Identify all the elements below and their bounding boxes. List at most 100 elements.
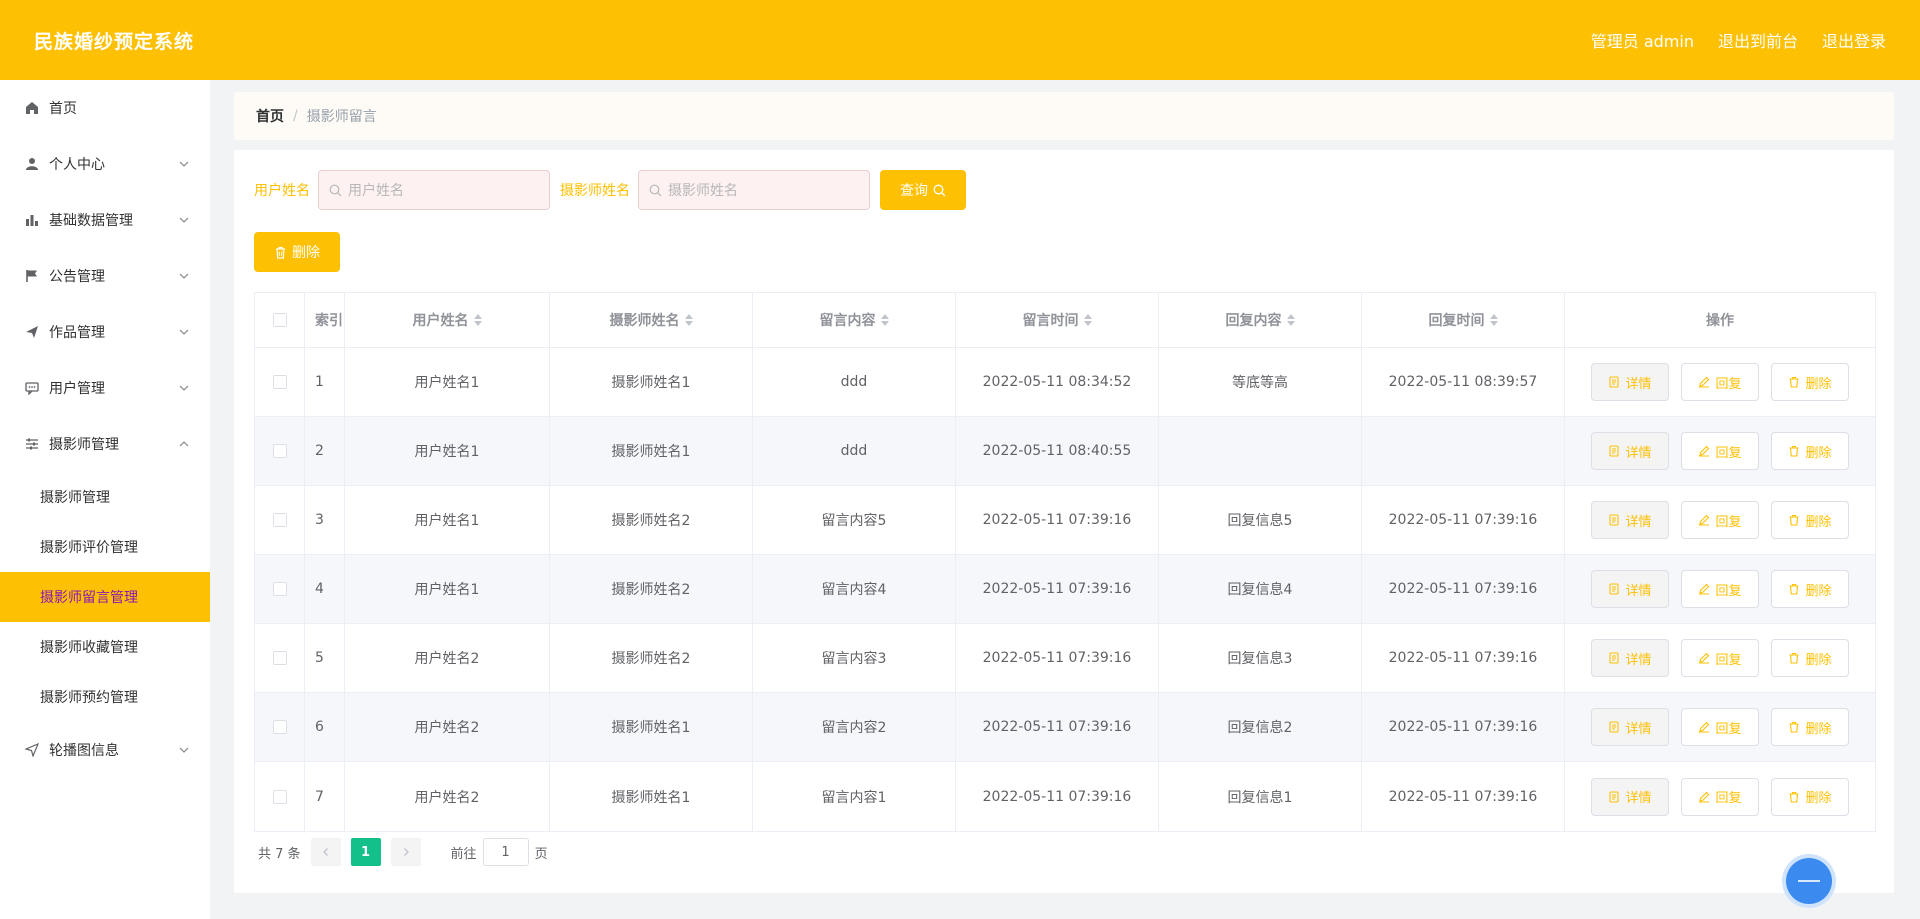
table-row: 5 用户姓名2 摄影师姓名2 留言内容3 2022-05-11 07:39:16 回复信息… bbox=[255, 624, 1875, 693]
table-row: 7 用户姓名2 摄影师姓名1 留言内容1 2022-05-11 07:39:16 回复信息… bbox=[255, 762, 1875, 831]
page-number-button[interactable]: 1 bbox=[350, 838, 381, 866]
chat-icon bbox=[24, 380, 40, 396]
detail-label: 详情 bbox=[1625, 514, 1652, 530]
sidebar-item-carousel[interactable]: 轮播图信息 bbox=[0, 722, 210, 778]
sidebar-item-basic-data[interactable]: 基础数据管理 bbox=[0, 192, 210, 248]
header-reply-content[interactable]: 回复内容 bbox=[1159, 293, 1362, 347]
sidebar-item-users[interactable]: 用户管理 bbox=[0, 360, 210, 416]
reply-time-cell: 2022-05-11 08:39:57 bbox=[1362, 348, 1565, 416]
sidebar-subitem-photographer-message[interactable]: 摄影师留言管理 bbox=[0, 572, 210, 622]
reply-time-cell: 2022-05-11 07:39:16 bbox=[1362, 693, 1565, 761]
photographer-name-cell: 摄影师姓名1 bbox=[550, 762, 753, 831]
page-unit-label: 页 bbox=[534, 846, 548, 862]
select-all-checkbox[interactable] bbox=[272, 313, 287, 327]
detail-label: 详情 bbox=[1625, 721, 1652, 737]
header-photographer-name[interactable]: 摄影师姓名 bbox=[550, 293, 753, 347]
chevron-right-icon bbox=[403, 848, 409, 856]
delete-button[interactable]: 删除 bbox=[1771, 570, 1849, 608]
message-time-cell: 2022-05-11 07:39:16 bbox=[956, 693, 1159, 761]
delete-button[interactable]: 删除 bbox=[1771, 363, 1849, 401]
detail-button[interactable]: 详情 bbox=[1591, 432, 1669, 470]
admin-label[interactable]: 管理员 admin bbox=[1591, 28, 1694, 52]
sidebar-subitem-photographer-booking[interactable]: 摄影师预约管理 bbox=[0, 672, 210, 722]
document-icon bbox=[1609, 721, 1620, 733]
reply-button[interactable]: 回复 bbox=[1681, 777, 1759, 816]
row-checkbox[interactable] bbox=[272, 444, 287, 458]
index-cell: 2 bbox=[305, 417, 345, 485]
delete-label: 删除 bbox=[1805, 791, 1832, 806]
reply-button[interactable]: 回复 bbox=[1681, 708, 1759, 746]
row-checkbox[interactable] bbox=[272, 789, 287, 804]
sliders-icon bbox=[24, 436, 40, 452]
floating-action-button[interactable] bbox=[1786, 858, 1832, 904]
user-name-input[interactable]: 用户姓名 bbox=[318, 170, 550, 210]
reply-button[interactable]: 回复 bbox=[1681, 432, 1759, 470]
trash-icon bbox=[1789, 721, 1799, 733]
message-table: 索引 用户姓名 摄影师姓名 留言内容 留言时间 回复内容 回复时间 操作 1 用户… bbox=[254, 292, 1876, 832]
delete-button[interactable]: 删除 bbox=[1771, 501, 1849, 539]
breadcrumb-home[interactable]: 首页 bbox=[256, 106, 284, 126]
detail-button[interactable]: 详情 bbox=[1591, 363, 1669, 401]
table-row: 2 用户姓名1 摄影师姓名1 ddd 2022-05-11 08:40:55 详情 回复 删除 bbox=[255, 417, 1875, 486]
sidebar-item-home[interactable]: 首页 bbox=[0, 80, 210, 136]
next-page-button[interactable] bbox=[390, 838, 421, 866]
delete-label: 删除 bbox=[1805, 445, 1832, 461]
delete-button[interactable]: 删除 bbox=[1771, 708, 1849, 746]
main-content: 首页 / 摄影师留言 用户姓名 用户姓名 摄影师姓名 摄影师姓名 查询 删除 索… bbox=[234, 92, 1894, 893]
detail-button[interactable]: 详情 bbox=[1591, 501, 1669, 539]
reply-button[interactable]: 回复 bbox=[1681, 639, 1759, 677]
photographer-name-cell: 摄影师姓名2 bbox=[550, 624, 753, 692]
send-icon bbox=[24, 324, 40, 340]
content-panel: 用户姓名 用户姓名 摄影师姓名 摄影师姓名 查询 删除 索引 用户姓名 摄影师姓… bbox=[234, 150, 1894, 893]
reply-content-cell: 回复信息2 bbox=[1159, 693, 1362, 761]
sidebar-subitem-photographer-favorite[interactable]: 摄影师收藏管理 bbox=[0, 622, 210, 672]
sidebar-subitem-photographer-manage[interactable]: 摄影师管理 bbox=[0, 472, 210, 522]
sidebar-item-photographers[interactable]: 摄影师管理 bbox=[0, 416, 210, 472]
header-message-time[interactable]: 留言时间 bbox=[956, 293, 1159, 347]
exit-to-front-link[interactable]: 退出到前台 bbox=[1718, 28, 1798, 52]
sidebar-item-works[interactable]: 作品管理 bbox=[0, 304, 210, 360]
delete-button[interactable]: 删除 bbox=[1771, 432, 1849, 470]
header-label: 用户姓名 bbox=[412, 313, 469, 329]
prev-page-button[interactable] bbox=[310, 838, 341, 866]
header-user-name[interactable]: 用户姓名 bbox=[345, 293, 550, 347]
sidebar-item-label: 用户管理 bbox=[49, 381, 105, 397]
row-checkbox[interactable] bbox=[272, 720, 287, 734]
detail-button[interactable]: 详情 bbox=[1591, 708, 1669, 746]
sidebar-subitem-photographer-review[interactable]: 摄影师评价管理 bbox=[0, 522, 210, 572]
batch-delete-button[interactable]: 删除 bbox=[254, 232, 340, 272]
sidebar: 首页 个人中心 基础数据管理 公告管理 作品管理 用户管理 摄影师管理 摄影师管… bbox=[0, 80, 210, 919]
header-reply-time[interactable]: 回复时间 bbox=[1362, 293, 1565, 347]
header-message-content[interactable]: 留言内容 bbox=[753, 293, 956, 347]
chevron-down-icon bbox=[179, 161, 189, 167]
detail-button[interactable]: 详情 bbox=[1591, 639, 1669, 677]
photographer-name-input[interactable]: 摄影师姓名 bbox=[638, 170, 870, 210]
row-checkbox[interactable] bbox=[272, 651, 287, 665]
sidebar-item-notice[interactable]: 公告管理 bbox=[0, 248, 210, 304]
user-name-cell: 用户姓名2 bbox=[345, 624, 550, 692]
reply-button[interactable]: 回复 bbox=[1681, 570, 1759, 608]
sidebar-item-label: 首页 bbox=[49, 101, 77, 117]
row-checkbox[interactable] bbox=[272, 513, 287, 527]
delete-button[interactable]: 删除 bbox=[1771, 639, 1849, 677]
message-time-cell: 2022-05-11 08:34:52 bbox=[956, 348, 1159, 416]
trash-icon bbox=[1789, 652, 1799, 664]
detail-button[interactable]: 详情 bbox=[1591, 570, 1669, 608]
detail-button[interactable]: 详情 bbox=[1591, 777, 1669, 816]
header-label: 回复内容 bbox=[1225, 313, 1282, 329]
row-checkbox[interactable] bbox=[272, 375, 287, 389]
row-checkbox[interactable] bbox=[272, 582, 287, 596]
header-label: 留言时间 bbox=[1022, 313, 1079, 329]
logout-link[interactable]: 退出登录 bbox=[1822, 28, 1886, 52]
sidebar-item-profile[interactable]: 个人中心 bbox=[0, 136, 210, 192]
delete-label: 删除 bbox=[1805, 721, 1832, 737]
header-checkbox-cell bbox=[255, 293, 305, 347]
goto-page-input[interactable]: 1 bbox=[482, 838, 529, 866]
query-button[interactable]: 查询 bbox=[880, 170, 966, 210]
delete-button[interactable]: 删除 bbox=[1771, 777, 1849, 816]
document-icon bbox=[1609, 376, 1620, 388]
reply-button[interactable]: 回复 bbox=[1681, 501, 1759, 539]
reply-button[interactable]: 回复 bbox=[1681, 363, 1759, 401]
reply-content-cell: 回复信息3 bbox=[1159, 624, 1362, 692]
delete-label: 删除 bbox=[1805, 514, 1832, 530]
